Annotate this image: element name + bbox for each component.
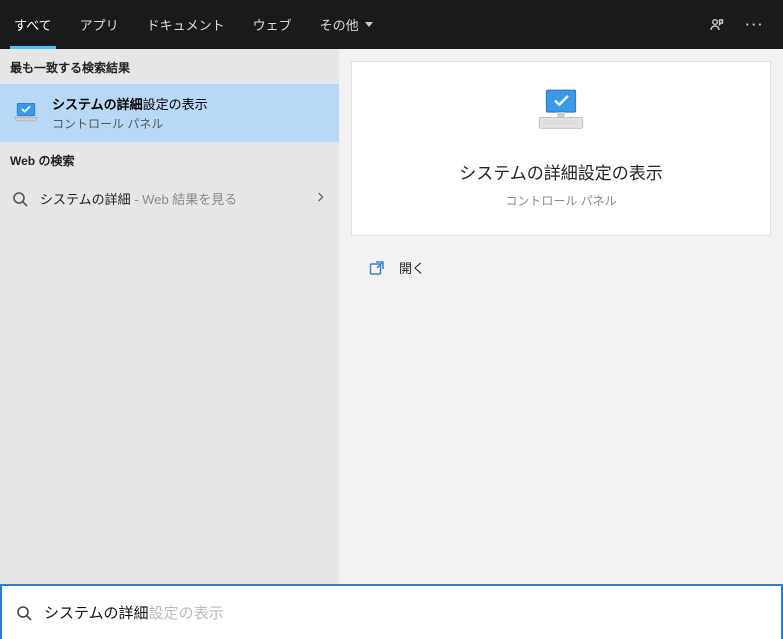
- tab-more-label: その他: [320, 15, 359, 34]
- web-result-suffix: - Web 結果を見る: [131, 192, 238, 207]
- main-content: 最も一致する検索結果 システムの詳細設定の表示 コントロール パネル Web の…: [0, 49, 783, 584]
- header-right-icons: ···: [709, 17, 783, 33]
- open-action-label: 開く: [399, 258, 425, 277]
- actions-list: 開く: [351, 248, 771, 287]
- best-match-result[interactable]: システムの詳細設定の表示 コントロール パネル: [0, 84, 339, 142]
- results-pane: 最も一致する検索結果 システムの詳細設定の表示 コントロール パネル Web の…: [0, 49, 339, 584]
- tab-more[interactable]: その他: [306, 0, 387, 49]
- best-match-title: システムの詳細設定の表示: [52, 94, 208, 113]
- more-options-icon[interactable]: ···: [747, 17, 763, 33]
- search-bar[interactable]: システムの詳細設定の表示: [0, 584, 783, 639]
- detail-pane: システムの詳細設定の表示 コントロール パネル 開く: [339, 49, 783, 584]
- web-result-query: システムの詳細: [40, 192, 131, 207]
- tab-documents[interactable]: ドキュメント: [133, 0, 239, 49]
- chevron-down-icon: [365, 22, 373, 27]
- tab-web[interactable]: ウェブ: [239, 0, 306, 49]
- tab-all[interactable]: すべて: [0, 0, 66, 49]
- detail-icon: [532, 86, 590, 141]
- search-icon: [16, 605, 32, 621]
- chevron-right-icon: [317, 190, 325, 207]
- best-match-header: 最も一致する検索結果: [0, 49, 339, 84]
- search-input[interactable]: システムの詳細設定の表示: [44, 602, 224, 623]
- best-match-title-bold: システムの詳細: [52, 97, 143, 112]
- web-result-text: システムの詳細 - Web 結果を見る: [40, 189, 237, 208]
- web-search-result[interactable]: システムの詳細 - Web 結果を見る: [0, 177, 339, 220]
- control-panel-laptop-icon: [12, 101, 40, 125]
- web-search-header: Web の検索: [0, 142, 339, 177]
- tab-documents-label: ドキュメント: [147, 15, 225, 34]
- tab-web-label: ウェブ: [253, 15, 292, 34]
- detail-title: システムの詳細設定の表示: [459, 159, 663, 184]
- search-typed-text: システムの詳細: [44, 602, 149, 623]
- best-match-text: システムの詳細設定の表示 コントロール パネル: [52, 94, 208, 132]
- tab-apps[interactable]: アプリ: [66, 0, 133, 49]
- top-tab-bar: すべて アプリ ドキュメント ウェブ その他 ···: [0, 0, 783, 49]
- tabs: すべて アプリ ドキュメント ウェブ その他: [0, 0, 387, 49]
- search-suggestion-text: 設定の表示: [149, 602, 224, 623]
- tab-apps-label: アプリ: [80, 15, 119, 34]
- best-match-subtitle: コントロール パネル: [52, 115, 208, 132]
- search-icon: [12, 191, 28, 207]
- open-icon: [369, 260, 385, 276]
- detail-card: システムの詳細設定の表示 コントロール パネル: [351, 61, 771, 236]
- detail-subtitle: コントロール パネル: [505, 192, 616, 209]
- best-match-title-rest: 設定の表示: [143, 97, 208, 112]
- feedback-icon[interactable]: [709, 17, 725, 33]
- open-action[interactable]: 開く: [351, 248, 771, 287]
- tab-all-label: すべて: [14, 15, 52, 34]
